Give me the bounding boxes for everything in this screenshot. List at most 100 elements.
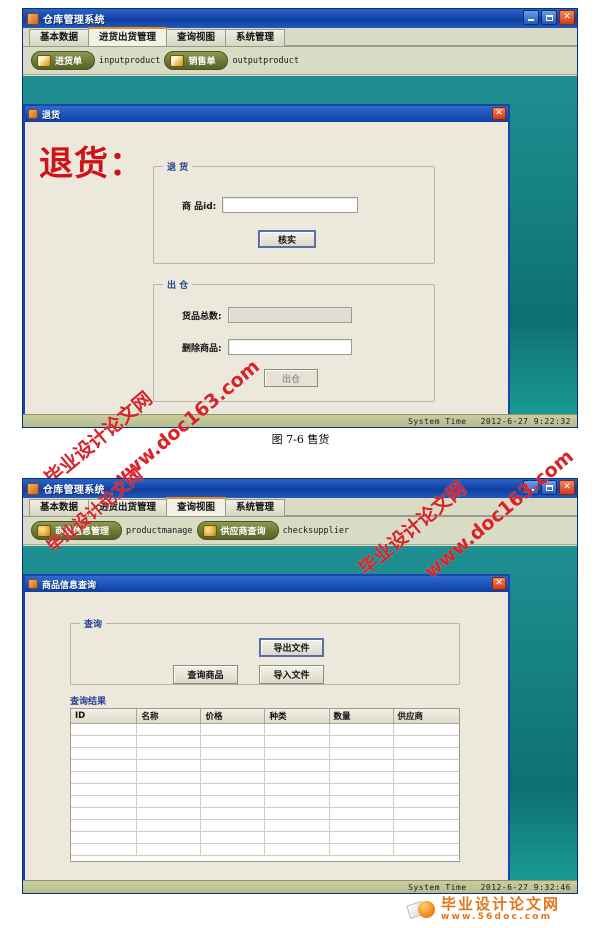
- table-cell[interactable]: [329, 807, 394, 820]
- tab-query-view[interactable]: 查询视图: [166, 29, 227, 46]
- table-cell[interactable]: [136, 783, 202, 796]
- delete-product-input[interactable]: [227, 339, 352, 355]
- table-cell[interactable]: [329, 735, 394, 748]
- table-cell[interactable]: [200, 807, 266, 820]
- table-cell[interactable]: [136, 795, 202, 808]
- table-cell[interactable]: [264, 723, 330, 736]
- table-cell[interactable]: [329, 795, 394, 808]
- table-cell[interactable]: [200, 783, 266, 796]
- product-id-input[interactable]: [222, 197, 359, 213]
- table-cell[interactable]: [136, 747, 202, 760]
- product-query-close-icon[interactable]: ✕: [492, 577, 506, 590]
- col-price[interactable]: 价格: [200, 709, 266, 724]
- table-cell[interactable]: [200, 771, 266, 784]
- export-file-button[interactable]: 导出文件: [259, 638, 324, 657]
- minimize-button[interactable]: [523, 480, 539, 495]
- table-cell[interactable]: [264, 807, 330, 820]
- table-row[interactable]: [71, 795, 459, 808]
- table-cell[interactable]: [264, 783, 330, 796]
- col-supplier[interactable]: 供应商: [393, 709, 459, 724]
- table-cell[interactable]: [264, 795, 330, 808]
- table-cell[interactable]: [329, 819, 394, 832]
- table-cell[interactable]: [329, 723, 394, 736]
- table-cell[interactable]: [264, 819, 330, 832]
- toolbar-button-inputproduct[interactable]: 进货单: [31, 51, 96, 70]
- table-cell[interactable]: [136, 723, 202, 736]
- table-row[interactable]: [71, 807, 459, 820]
- close-button[interactable]: ✕: [559, 10, 575, 25]
- table-cell[interactable]: [393, 759, 459, 772]
- close-button[interactable]: ✕: [559, 480, 575, 495]
- table-cell[interactable]: [329, 771, 394, 784]
- table-cell[interactable]: [71, 843, 138, 856]
- verify-button[interactable]: 核实: [258, 230, 316, 248]
- table-cell[interactable]: [393, 735, 459, 748]
- toolbar-button-productmanage[interactable]: 商品信息管理: [31, 521, 123, 540]
- table-cell[interactable]: [200, 723, 266, 736]
- table-row[interactable]: [71, 843, 459, 856]
- table-cell[interactable]: [136, 831, 202, 844]
- maximize-button[interactable]: [541, 480, 557, 495]
- col-name[interactable]: 名称: [136, 709, 202, 724]
- maximize-button[interactable]: [541, 10, 557, 25]
- table-cell[interactable]: [200, 759, 266, 772]
- import-file-button[interactable]: 导入文件: [259, 665, 324, 684]
- table-cell[interactable]: [200, 831, 266, 844]
- table-cell[interactable]: [71, 759, 138, 772]
- table-cell[interactable]: [71, 771, 138, 784]
- table-row[interactable]: [71, 759, 459, 772]
- table-row[interactable]: [71, 783, 459, 796]
- table-cell[interactable]: [136, 807, 202, 820]
- total-quantity-input[interactable]: [227, 307, 352, 323]
- table-cell[interactable]: [71, 783, 138, 796]
- table-cell[interactable]: [329, 759, 394, 772]
- table-cell[interactable]: [71, 735, 138, 748]
- table-cell[interactable]: [393, 771, 459, 784]
- col-id[interactable]: ID: [71, 709, 138, 724]
- table-cell[interactable]: [264, 759, 330, 772]
- table-row[interactable]: [71, 831, 459, 844]
- table-cell[interactable]: [200, 843, 266, 856]
- tab-system-management[interactable]: 系统管理: [225, 499, 286, 516]
- table-cell[interactable]: [264, 747, 330, 760]
- tab-inout-management[interactable]: 进货出货管理: [88, 27, 168, 46]
- table-row[interactable]: [71, 723, 459, 736]
- table-cell[interactable]: [71, 807, 138, 820]
- col-quantity[interactable]: 数量: [329, 709, 394, 724]
- table-cell[interactable]: [329, 783, 394, 796]
- table-cell[interactable]: [71, 831, 138, 844]
- table-cell[interactable]: [393, 783, 459, 796]
- table-cell[interactable]: [393, 747, 459, 760]
- table-cell[interactable]: [393, 807, 459, 820]
- table-cell[interactable]: [393, 831, 459, 844]
- table-cell[interactable]: [71, 723, 138, 736]
- table-cell[interactable]: [71, 795, 138, 808]
- table-row[interactable]: [71, 819, 459, 832]
- col-type[interactable]: 种类: [264, 709, 330, 724]
- table-cell[interactable]: [264, 831, 330, 844]
- table-cell[interactable]: [136, 759, 202, 772]
- table-cell[interactable]: [136, 735, 202, 748]
- table-cell[interactable]: [393, 795, 459, 808]
- tab-query-view[interactable]: 查询视图: [166, 497, 227, 516]
- toolbar-button-checksupplier[interactable]: 供应商查询: [196, 521, 279, 540]
- table-cell[interactable]: [393, 843, 459, 856]
- table-cell[interactable]: [329, 831, 394, 844]
- search-product-button[interactable]: 查询商品: [173, 665, 238, 684]
- table-cell[interactable]: [71, 747, 138, 760]
- table-cell[interactable]: [393, 723, 459, 736]
- table-row[interactable]: [71, 747, 459, 760]
- table-cell[interactable]: [264, 735, 330, 748]
- table-row[interactable]: [71, 771, 459, 784]
- outbound-button[interactable]: 出仓: [264, 369, 318, 387]
- return-dialog-close-icon[interactable]: ✕: [492, 107, 506, 120]
- tab-basic-data[interactable]: 基本数据: [29, 499, 90, 516]
- table-cell[interactable]: [264, 843, 330, 856]
- table-cell[interactable]: [71, 819, 138, 832]
- table-cell[interactable]: [200, 819, 266, 832]
- query-result-table[interactable]: ID 名称 价格 种类 数量 供应商: [70, 708, 460, 862]
- toolbar-button-outputproduct[interactable]: 销售单: [164, 51, 229, 70]
- tab-system-management[interactable]: 系统管理: [225, 29, 286, 46]
- table-cell[interactable]: [200, 795, 266, 808]
- table-cell[interactable]: [200, 735, 266, 748]
